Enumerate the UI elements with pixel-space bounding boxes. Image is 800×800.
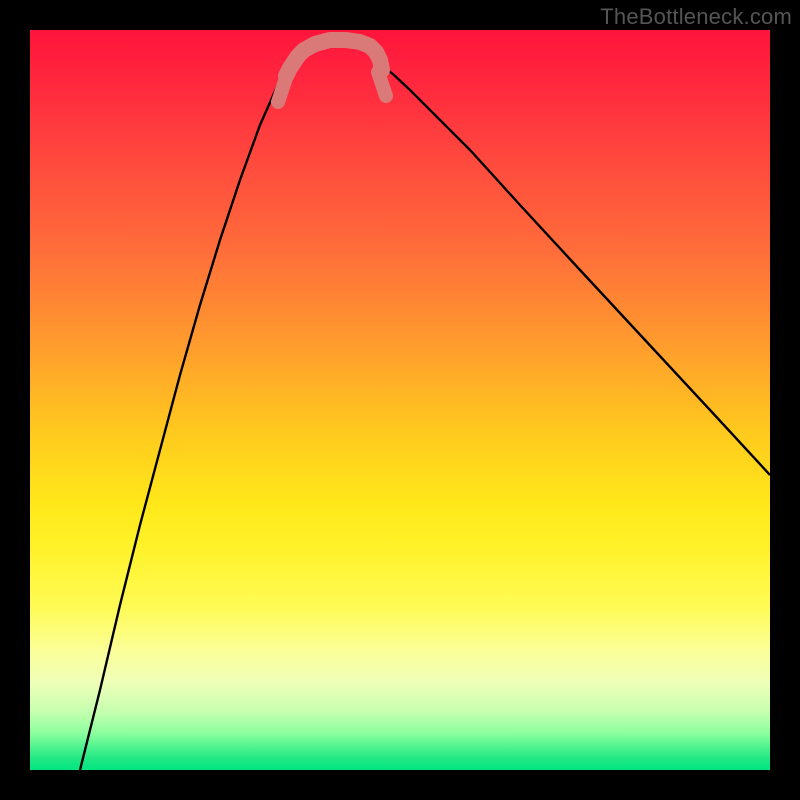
left-curve bbox=[80, 60, 295, 770]
pink-marker-path bbox=[286, 40, 382, 76]
curves-svg bbox=[30, 30, 770, 770]
plot-area bbox=[30, 30, 770, 770]
chart-frame: TheBottleneck.com bbox=[0, 0, 800, 800]
right-curve bbox=[375, 60, 770, 475]
curve-group bbox=[80, 40, 770, 770]
attribution-text: TheBottleneck.com bbox=[600, 4, 792, 30]
